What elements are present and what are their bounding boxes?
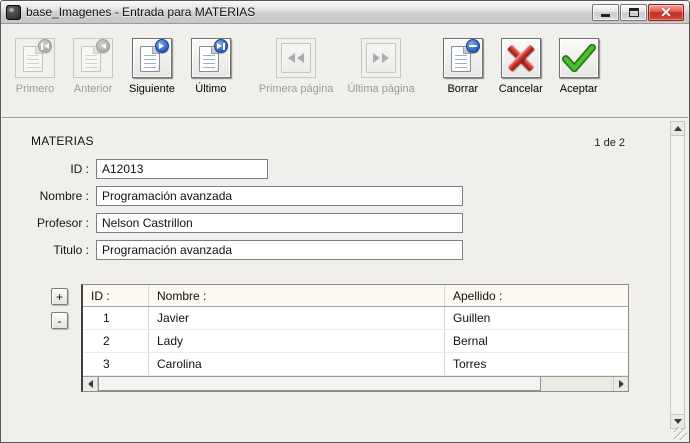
scroll-up-arrow-icon[interactable] [671, 122, 684, 136]
toolbar-button-borrar[interactable]: Borrar [441, 38, 485, 95]
toolbar-label: Aceptar [560, 83, 598, 95]
detail-grid-area: + - ID : Nombre : Apellido : 1 Javier Gu… [51, 284, 629, 392]
grid-header-row: ID : Nombre : Apellido : [83, 285, 628, 307]
chevrons-left-icon [276, 38, 316, 78]
vscroll-thumb[interactable] [671, 136, 684, 414]
scroll-right-arrow-icon[interactable] [613, 377, 628, 391]
toolbar-button-siguiente[interactable]: Siguiente [129, 38, 175, 95]
form-fields: ID : Nombre : Profesor : Titulo : [31, 155, 463, 263]
toolbar-button-anterior: Anterior [71, 38, 115, 95]
window-title: base_Imagenes - Entrada para MATERIAS [26, 5, 255, 19]
cell-nombre[interactable]: Javier [149, 307, 445, 329]
table-row[interactable]: 3 Carolina Torres [83, 353, 628, 376]
scroll-down-arrow-icon[interactable] [671, 414, 684, 428]
field-label-profesor: Profesor : [31, 216, 89, 230]
toolbar-label: Cancelar [499, 83, 543, 95]
toolbar-button-primera-pagina: Primera página [259, 38, 334, 95]
grid-horizontal-scrollbar[interactable] [83, 376, 628, 391]
green-check-icon [559, 38, 599, 78]
toolbar-label: Siguiente [129, 83, 175, 95]
field-label-titulo: Titulo : [31, 243, 89, 257]
grid-header-nombre: Nombre : [149, 285, 445, 306]
minimize-icon [601, 14, 610, 17]
toolbar: Primero Anterior Siguiente Último [1, 24, 689, 117]
toolbar-button-primero: Primero [13, 38, 57, 95]
field-label-nombre: Nombre : [31, 189, 89, 203]
cell-id[interactable]: 2 [83, 330, 149, 352]
doc-first-icon [15, 38, 55, 78]
cell-apellido[interactable]: Guillen [445, 307, 628, 329]
doc-next-icon [132, 38, 172, 78]
resize-grip[interactable] [674, 427, 687, 440]
scroll-left-arrow-icon[interactable] [83, 377, 98, 391]
window-controls [592, 4, 684, 21]
cell-id[interactable]: 1 [83, 307, 149, 329]
doc-prev-icon [73, 38, 113, 78]
toolbar-button-ultima-pagina: Última página [347, 38, 414, 95]
field-row-profesor: Profesor : [31, 209, 463, 236]
toolbar-label: Último [195, 83, 226, 95]
field-label-id: ID : [31, 162, 89, 176]
titlebar[interactable]: base_Imagenes - Entrada para MATERIAS [1, 1, 689, 24]
grid-gutter: + - [51, 284, 81, 392]
table-row[interactable]: 2 Lady Bernal [83, 330, 628, 353]
maximize-button[interactable] [620, 4, 647, 21]
hscroll-thumb[interactable] [98, 377, 541, 391]
record-indicator: 1 de 2 [594, 137, 625, 149]
add-row-button[interactable]: + [51, 288, 68, 305]
nombre-field[interactable] [96, 186, 463, 206]
grid-header-id: ID : [83, 285, 149, 306]
cell-id[interactable]: 3 [83, 353, 149, 375]
field-row-id: ID : [31, 155, 463, 182]
close-button[interactable] [648, 4, 684, 21]
cell-apellido[interactable]: Torres [445, 353, 628, 375]
toolbar-label: Anterior [74, 83, 113, 95]
form-vertical-scrollbar[interactable] [670, 121, 685, 429]
red-x-icon [501, 38, 541, 78]
grid-header-apellido: Apellido : [445, 285, 628, 306]
toolbar-label: Última página [347, 83, 414, 95]
close-icon [661, 7, 672, 18]
profesor-field[interactable] [96, 213, 463, 233]
detail-grid: ID : Nombre : Apellido : 1 Javier Guille… [81, 284, 629, 392]
toolbar-label: Primera página [259, 83, 334, 95]
remove-row-button[interactable]: - [51, 312, 68, 329]
id-field[interactable] [96, 159, 268, 179]
toolbar-divider [2, 117, 688, 118]
field-row-nombre: Nombre : [31, 182, 463, 209]
field-row-titulo: Titulo : [31, 236, 463, 263]
toolbar-label: Primero [16, 83, 55, 95]
doc-last-icon [191, 38, 231, 78]
cell-apellido[interactable]: Bernal [445, 330, 628, 352]
cell-nombre[interactable]: Carolina [149, 353, 445, 375]
section-title: MATERIAS [31, 134, 94, 148]
doc-minus-icon [443, 38, 483, 78]
cell-nombre[interactable]: Lady [149, 330, 445, 352]
toolbar-label: Borrar [447, 83, 478, 95]
toolbar-button-cancelar[interactable]: Cancelar [499, 38, 543, 95]
toolbar-button-ultimo[interactable]: Último [189, 38, 233, 95]
hscroll-track[interactable] [98, 377, 613, 391]
titulo-field[interactable] [96, 240, 463, 260]
maximize-icon [629, 8, 639, 17]
toolbar-button-aceptar[interactable]: Aceptar [557, 38, 601, 95]
app-window: base_Imagenes - Entrada para MATERIAS Pr… [0, 0, 690, 443]
app-icon [6, 5, 21, 20]
chevrons-right-icon [361, 38, 401, 78]
minimize-button[interactable] [592, 4, 619, 21]
vscroll-track[interactable] [671, 136, 684, 414]
table-row[interactable]: 1 Javier Guillen [83, 307, 628, 330]
